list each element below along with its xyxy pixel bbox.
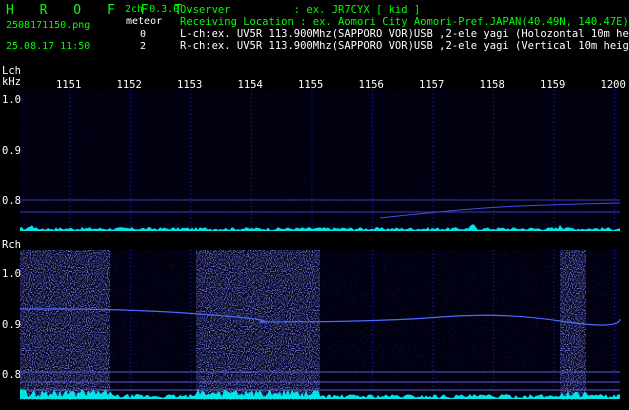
time-tick-label: 1152 [116, 79, 142, 91]
lch-label: Lch [2, 65, 21, 77]
rch-spectrogram [19, 250, 621, 400]
lch-ytick-1: 1.0 [2, 94, 21, 106]
mode-label: 2ch 0.3.0 [125, 4, 180, 15]
rch-ytick-3: 0.8 [2, 369, 21, 381]
file-name: 2508171150.png [6, 20, 91, 31]
time-tick-label: 1158 [479, 79, 505, 91]
lch-spectrogram [20, 90, 621, 232]
lch-ytick-2: 0.9 [2, 145, 21, 157]
lch-config-line: L-ch:ex. UV5R 113.900Mhz(SAPPORO VOR)USB… [180, 29, 629, 40]
meteor-label: meteor [126, 16, 163, 27]
rch-count: 2 [140, 41, 147, 52]
observer-line: Ovserver : ex. JR7CYX [ kid ] [180, 4, 421, 16]
rch-config-line: R-ch:ex. UV5R 113.900Mhz(SAPPORO VOR)USB… [180, 41, 629, 52]
time-tick-label: 1151 [56, 79, 82, 91]
lch-ytick-3: 0.8 [2, 195, 21, 207]
time-tick-label: 1155 [298, 79, 324, 91]
rch-label: Rch [2, 239, 21, 251]
timestamp: 25.08.17 11:50 [6, 41, 91, 52]
time-tick-label: 1156 [358, 79, 384, 91]
location-line: Receiving Location : ex. Aomori City Aom… [180, 16, 629, 28]
time-tick-label: 1157 [419, 79, 445, 91]
time-tick-label: 1153 [177, 79, 203, 91]
lch-count: 0 [140, 29, 147, 40]
rch-ytick-2: 0.9 [2, 319, 21, 331]
time-tick-label: 1154 [237, 79, 263, 91]
time-tick-label: 1159 [540, 79, 566, 91]
spectrogram-canvas [19, 90, 621, 400]
rch-ytick-1: 1.0 [2, 268, 21, 280]
time-tick-label: 1200 [600, 79, 626, 91]
lch-unit: kHz [2, 76, 21, 88]
